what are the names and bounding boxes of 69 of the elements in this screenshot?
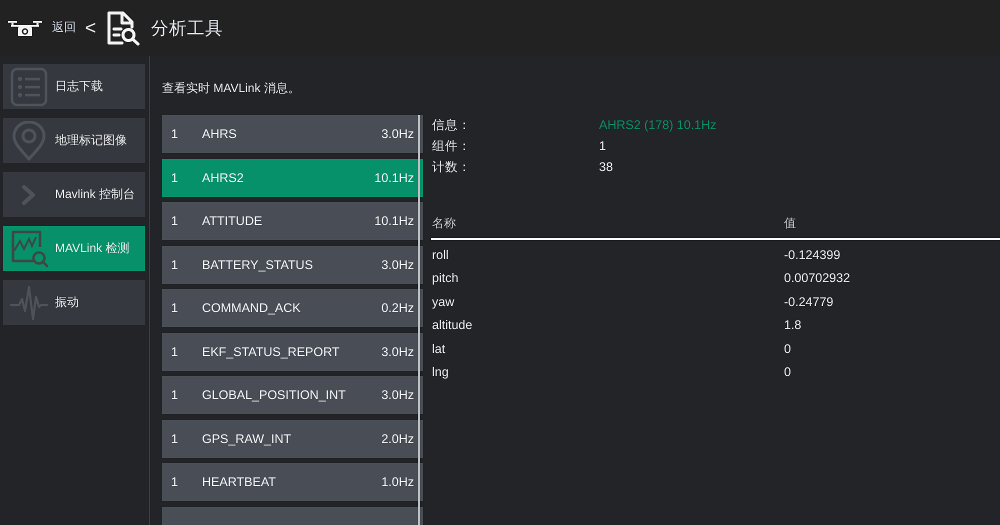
component-id: 1 [171, 213, 179, 230]
field-value: 0 [784, 340, 791, 358]
message-rate: 3.0Hz [381, 126, 414, 142]
component-id: 1 [171, 430, 179, 447]
document-search-icon [106, 10, 140, 46]
message-name: COMMAND_ACK [202, 300, 301, 316]
message-row[interactable]: 1 HEARTBEAT 1.0Hz [162, 463, 423, 502]
map-pin-icon [10, 120, 48, 160]
field-value: 0.00702932 [784, 270, 850, 287]
column-header: 名称 [432, 216, 457, 232]
info-value: AHRS2 (178) 10.1Hz [599, 117, 718, 134]
field-name: lng [432, 364, 449, 381]
component-id: 1 [171, 126, 179, 142]
field-name: lat [432, 340, 446, 358]
message-rate: 10.1Hz [374, 213, 414, 230]
component-id: 1 [171, 474, 179, 490]
message-row[interactable]: 1 GLOBAL_POSITION_INT 3.0Hz [162, 376, 423, 414]
message-row[interactable]: 1 COMMAND_ACK 0.2Hz [162, 289, 423, 328]
message-name: GPS_RAW_INT [202, 430, 292, 447]
chart-search-icon [10, 228, 48, 268]
sidebar-item[interactable]: 日志下载 [3, 64, 145, 109]
sidebar-item[interactable]: 振动 [3, 280, 145, 325]
scrollbar[interactable] [418, 115, 420, 525]
message-rate: 3.0Hz [381, 256, 414, 273]
message-name: BATTERY_STATUS [202, 256, 313, 273]
message-rate: 3.0Hz [381, 387, 414, 404]
field-value: 1.8 [784, 317, 802, 334]
page-title: 分析工具 [151, 16, 224, 40]
component-id: 1 [171, 300, 179, 316]
message-row[interactable]: 1 EKF_STATUS_REPORT 3.0Hz [162, 332, 423, 371]
component-id: 1 [171, 387, 179, 404]
message-name: HEARTBEAT [202, 474, 276, 490]
message-name: AHRS [202, 126, 237, 142]
message-rate: 0.2Hz [381, 300, 414, 316]
message-name: GLOBAL_POSITION_INT [202, 387, 346, 404]
message-row[interactable]: 1 GPS_RAW_INT 2.0Hz [162, 420, 423, 458]
list-icon [10, 66, 48, 106]
field-value: -0.24779 [784, 294, 834, 310]
intro-text: 查看实时 MAVLink 消息。 [161, 80, 301, 97]
message-name: EKF_STATUS_REPORT [202, 344, 340, 360]
back-link[interactable]: 返回 [52, 20, 76, 36]
component-id: 1 [171, 170, 179, 186]
message-row[interactable]: 1 ATTITUDE 10.1Hz [162, 202, 423, 240]
sidebar-item[interactable]: Mavlink 控制台 [3, 172, 145, 217]
field-name: roll [432, 246, 449, 264]
message-name: AHRS2 [202, 170, 244, 186]
sidebar-item[interactable]: 地理标记图像 [3, 118, 145, 163]
info-value: 1 [599, 138, 607, 156]
component-id: 1 [171, 344, 179, 360]
column-header: 值 [784, 216, 797, 232]
info-label: 计数： [432, 159, 472, 176]
component-id: 1 [171, 256, 179, 273]
message-rate: 10.1Hz [374, 170, 414, 186]
field-name: altitude [432, 317, 472, 334]
message-rate: 1.0Hz [381, 474, 414, 490]
message-row[interactable]: 1 AHRS 3.0Hz [162, 115, 423, 154]
message-row[interactable]: 1 BATTERY_STATUS 3.0Hz [162, 246, 423, 284]
info-label: 信息： [432, 117, 472, 134]
field-name: yaw [432, 294, 454, 310]
message-rate: 3.0Hz [381, 344, 414, 360]
breadcrumb-separator: < [85, 18, 96, 38]
field-name: pitch [432, 270, 458, 287]
info-value: 38 [599, 159, 614, 176]
field-value: -0.124399 [784, 246, 840, 264]
info-label: 组件： [432, 138, 472, 156]
message-name: ATTITUDE [202, 213, 262, 230]
message-rate: 2.0Hz [381, 430, 414, 447]
field-value: 0 [784, 364, 791, 381]
drone-camera-icon [8, 20, 42, 36]
